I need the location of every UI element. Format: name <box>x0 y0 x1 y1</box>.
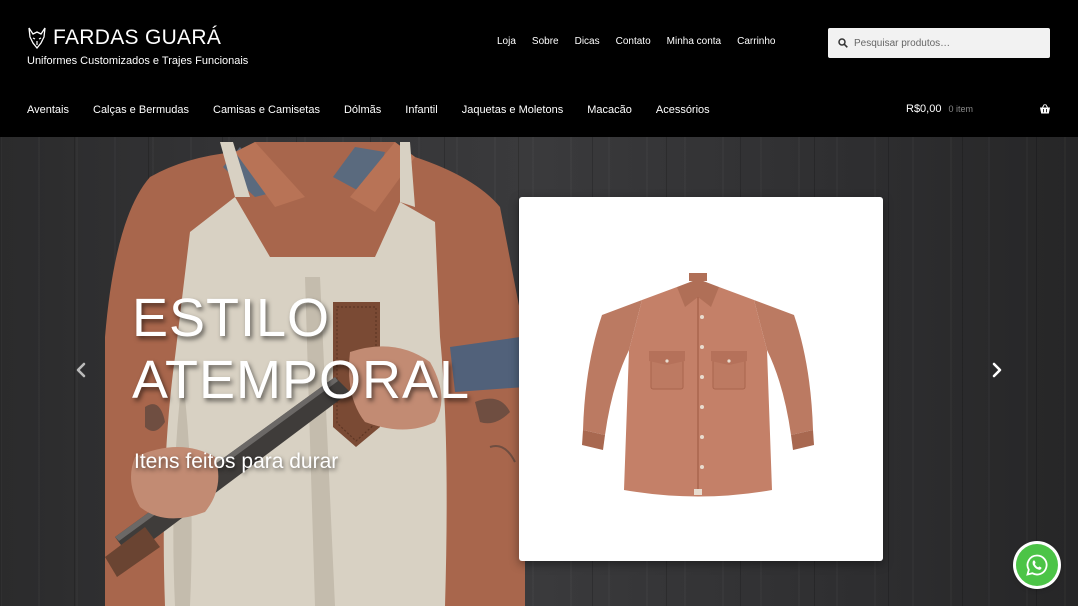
top-nav-sobre[interactable]: Sobre <box>532 35 559 49</box>
brand-link[interactable]: FARDAS GUARÁ <box>27 25 221 51</box>
cat-infantil[interactable]: Infantil <box>405 103 437 117</box>
hero-slider: ESTILO ATEMPORAL Itens feitos para durar <box>0 137 1078 606</box>
chevron-left-icon[interactable] <box>74 362 88 378</box>
search-icon <box>838 38 848 48</box>
search-input[interactable] <box>854 37 1044 49</box>
category-nav: Aventais Calças e Bermudas Camisas e Cam… <box>27 103 734 117</box>
cat-jaquetas-moletons[interactable]: Jaquetas e Moletons <box>462 103 564 117</box>
site-header: FARDAS GUARÁ Uniformes Customizados e Tr… <box>0 0 1078 137</box>
top-nav: Loja Sobre Dicas Contato Minha conta Car… <box>497 35 791 49</box>
cat-calcas-bermudas[interactable]: Calças e Bermudas <box>93 103 189 117</box>
cat-aventais[interactable]: Aventais <box>27 103 69 117</box>
cart-total: R$0,00 <box>906 103 942 115</box>
cat-dolmas[interactable]: Dólmãs <box>344 103 381 117</box>
cat-camisas-camisetas[interactable]: Camisas e Camisetas <box>213 103 320 117</box>
top-nav-minha-conta[interactable]: Minha conta <box>667 35 721 49</box>
hero-title-line1: ESTILO <box>132 288 331 348</box>
shirt-product-image <box>582 273 814 497</box>
brand-tagline: Uniformes Customizados e Trajes Funciona… <box>27 55 249 67</box>
top-nav-contato[interactable]: Contato <box>616 35 651 49</box>
hero-subtitle: Itens feitos para durar <box>134 450 339 473</box>
wolf-logo-icon <box>28 27 46 49</box>
whatsapp-button[interactable] <box>1016 544 1058 586</box>
whatsapp-icon <box>1026 554 1048 576</box>
product-card[interactable] <box>519 197 883 561</box>
top-nav-dicas[interactable]: Dicas <box>575 35 600 49</box>
hero-title: ESTILO ATEMPORAL <box>132 287 470 411</box>
hero-title-line2: ATEMPORAL <box>132 350 471 410</box>
top-nav-loja[interactable]: Loja <box>497 35 516 49</box>
chevron-right-icon[interactable] <box>990 362 1004 378</box>
top-nav-carrinho[interactable]: Carrinho <box>737 35 775 49</box>
cat-acessorios[interactable]: Acessórios <box>656 103 710 117</box>
search-box <box>828 28 1050 58</box>
cat-macacao[interactable]: Macacão <box>587 103 632 117</box>
basket-icon <box>1040 103 1050 114</box>
cart-link[interactable]: R$0,00 0 item <box>906 103 1051 115</box>
brand-name: FARDAS GUARÁ <box>53 26 222 49</box>
cart-count: 0 item <box>948 104 973 114</box>
